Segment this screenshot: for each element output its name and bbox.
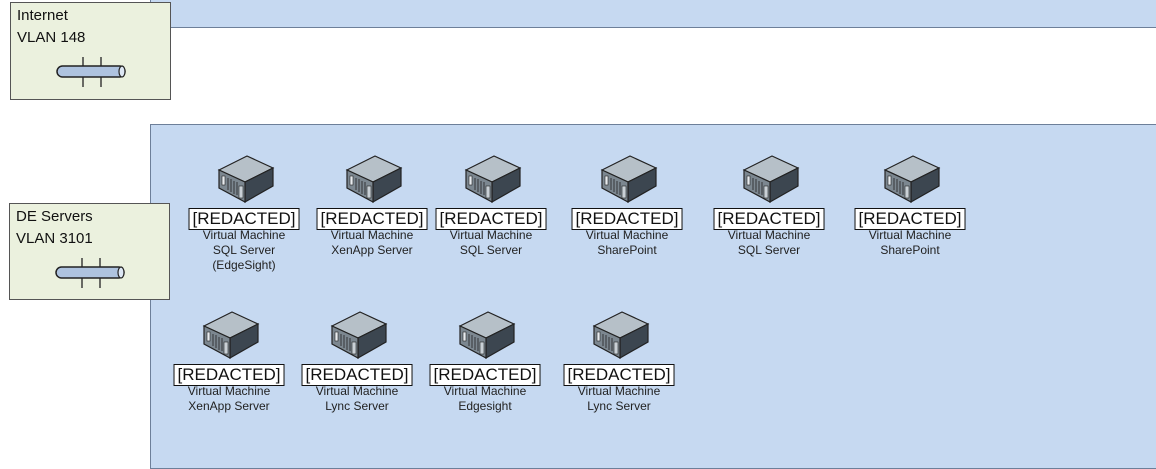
- server-description: Virtual Machine SQL Server: [704, 228, 834, 258]
- server-icon: [345, 155, 403, 204]
- de-servers-vlan-id: VLAN 3101: [16, 230, 93, 247]
- server-label-line: Virtual Machine: [868, 228, 952, 242]
- de-servers-vlan-name: DE Servers: [16, 208, 93, 225]
- server-label-line: Virtual Machine: [727, 228, 811, 242]
- server-description: Virtual Machine Edgesight: [420, 384, 550, 414]
- server-icon: [464, 155, 522, 204]
- redacted-hostname: [REDACTED]: [173, 364, 285, 386]
- server-description: Virtual Machine Lync Server: [554, 384, 684, 414]
- server-label-line: Virtual Machine: [585, 228, 669, 242]
- virtual-machine-server: [REDACTED] Virtual Machine Lync Server: [292, 306, 422, 416]
- virtual-machine-server: [REDACTED] Virtual Machine Edgesight: [420, 306, 550, 416]
- server-label-line: SharePoint: [597, 243, 657, 257]
- redacted-hostname: [REDACTED]: [188, 208, 300, 230]
- server-label-line: SQL Server: [459, 243, 523, 257]
- server-icon: [600, 155, 658, 204]
- server-label-line: (EdgeSight): [212, 258, 276, 272]
- server-label-line: Virtual Machine: [187, 384, 271, 398]
- redacted-hostname: [REDACTED]: [429, 364, 541, 386]
- internet-vlan-name: Internet: [17, 7, 68, 24]
- virtual-machine-server: [REDACTED] Virtual Machine XenApp Server: [307, 150, 437, 260]
- virtual-machine-server: [REDACTED] Virtual Machine SQL Server: [426, 150, 556, 260]
- redacted-hostname: [REDACTED]: [571, 208, 683, 230]
- server-label-line: SharePoint: [880, 243, 940, 257]
- virtual-machine-server: [REDACTED] Virtual Machine SharePoint: [845, 150, 975, 260]
- server-icon: [217, 155, 275, 204]
- server-label-line: Virtual Machine: [577, 384, 661, 398]
- server-label-line: Edgesight: [458, 399, 512, 413]
- server-label-line: Virtual Machine: [443, 384, 527, 398]
- server-label-line: Lync Server: [587, 399, 651, 413]
- server-icon: [742, 155, 800, 204]
- server-description: Virtual Machine XenApp Server: [164, 384, 294, 414]
- redacted-hostname: [REDACTED]: [301, 364, 413, 386]
- server-label-line: SQL Server: [212, 243, 276, 257]
- server-icon: [458, 311, 516, 360]
- redacted-hostname: [REDACTED]: [435, 208, 547, 230]
- server-icon: [883, 155, 941, 204]
- virtual-machine-server: [REDACTED] Virtual Machine Lync Server: [554, 306, 684, 416]
- internet-vlan-box: Internet VLAN 148: [10, 2, 171, 100]
- virtual-machine-server: [REDACTED] Virtual Machine SQL Server: [704, 150, 834, 260]
- server-icon: [592, 311, 650, 360]
- server-label-line: Virtual Machine: [202, 228, 286, 242]
- server-description: Virtual Machine SQL Server: [426, 228, 556, 258]
- server-icon: [330, 311, 388, 360]
- server-label-line: SQL Server: [737, 243, 801, 257]
- virtual-machine-server: [REDACTED] Virtual Machine XenApp Server: [164, 306, 294, 416]
- redacted-hostname: [REDACTED]: [316, 208, 428, 230]
- server-description: Virtual Machine SQL Server (EdgeSight): [179, 228, 309, 273]
- server-label-line: Virtual Machine: [315, 384, 399, 398]
- virtual-machine-server: [REDACTED] Virtual Machine SQL Server (Edg…: [179, 150, 309, 272]
- server-label-line: Virtual Machine: [449, 228, 533, 242]
- server-description: Virtual Machine SharePoint: [845, 228, 975, 258]
- server-label-line: Lync Server: [325, 399, 389, 413]
- redacted-hostname: [REDACTED]: [854, 208, 966, 230]
- server-icon: [202, 311, 260, 360]
- internet-segment-band: [150, 0, 1156, 28]
- server-label-line: XenApp Server: [331, 243, 413, 257]
- server-label-line: Virtual Machine: [330, 228, 414, 242]
- redacted-hostname: [REDACTED]: [713, 208, 825, 230]
- server-description: Virtual Machine Lync Server: [292, 384, 422, 414]
- network-segment-icon: [55, 258, 125, 288]
- server-description: Virtual Machine XenApp Server: [307, 228, 437, 258]
- internet-vlan-id: VLAN 148: [17, 29, 86, 46]
- redacted-hostname: [REDACTED]: [563, 364, 675, 386]
- de-servers-vlan-box: DE Servers VLAN 3101: [9, 203, 170, 300]
- server-description: Virtual Machine SharePoint: [562, 228, 692, 258]
- network-segment-icon: [56, 57, 126, 87]
- server-label-line: XenApp Server: [188, 399, 270, 413]
- virtual-machine-server: [REDACTED] Virtual Machine SharePoint: [562, 150, 692, 260]
